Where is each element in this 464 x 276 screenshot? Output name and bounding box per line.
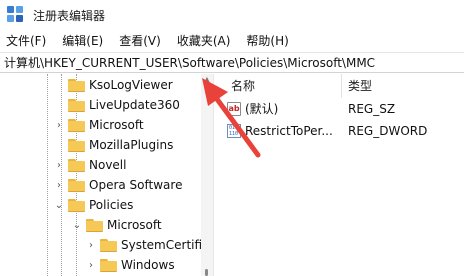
tree-item-label: Microsoft — [107, 218, 162, 232]
chevron-right-icon[interactable]: › — [54, 115, 64, 135]
menu-file[interactable]: 文件(F) — [0, 30, 52, 52]
tree-item-mozillaplugins[interactable]: MozillaPlugins — [54, 135, 173, 155]
value-type: REG_DWORD — [348, 124, 428, 138]
folder-icon — [68, 98, 85, 112]
tree-item-policies-microsoft[interactable]: ⌄ Microsoft — [72, 215, 162, 235]
tree-item-ksologviewer[interactable]: KsoLogViewer — [54, 75, 173, 95]
chevron-right-icon[interactable]: › — [86, 255, 96, 275]
folder-icon — [86, 218, 103, 232]
tree-item-label: Opera Software — [89, 178, 183, 192]
registry-editor-app-icon — [7, 6, 25, 24]
tree-item-label: Policies — [89, 198, 134, 212]
tree-item-label: SystemCertifi — [121, 238, 203, 252]
string-value-icon: ab — [227, 102, 241, 116]
column-header-type[interactable]: 类型 — [348, 74, 372, 98]
folder-icon — [68, 138, 85, 152]
menu-view[interactable]: 查看(V) — [113, 30, 167, 52]
key-tree: KsoLogViewer LiveUpdate360 › Microsoft M… — [0, 74, 213, 276]
folder-icon — [68, 178, 85, 192]
scroll-thumb[interactable] — [205, 269, 208, 276]
expander-icon[interactable] — [54, 95, 64, 115]
chevron-down-icon[interactable]: ⌄ — [54, 195, 64, 215]
tree-guide-line — [47, 74, 48, 276]
menu-edit[interactable]: 编辑(E) — [56, 30, 109, 52]
folder-icon — [100, 258, 117, 272]
tree-item-label: MozillaPlugins — [89, 138, 174, 152]
value-name: (默认) — [245, 102, 279, 116]
chevron-right-icon[interactable]: › — [86, 235, 96, 255]
tree-item-label: KsoLogViewer — [89, 78, 173, 92]
menu-favorites[interactable]: 收藏夹(A) — [171, 30, 237, 52]
column-header-name[interactable]: 名称 — [231, 74, 255, 98]
tree-item-liveupdate360[interactable]: LiveUpdate360 — [54, 95, 180, 115]
tree-item-microsoft[interactable]: › Microsoft — [54, 115, 144, 135]
chevron-down-icon[interactable]: ⌄ — [72, 215, 82, 235]
tree-scrollbar[interactable]: ▲ — [201, 74, 213, 276]
tree-item-novell[interactable]: › Novell — [54, 155, 126, 175]
tree-item-label: Windows — [121, 258, 175, 272]
expander-icon[interactable] — [54, 135, 64, 155]
tree-item-label: LiveUpdate360 — [89, 98, 180, 112]
title-bar: 注册表编辑器 — [0, 0, 464, 30]
tree-item-label: Novell — [89, 158, 127, 172]
tree-item-label: Microsoft — [89, 118, 144, 132]
value-list: 名称 类型 ab (默认) REG_SZ 011 110 RestrictToP… — [223, 74, 464, 276]
folder-icon — [68, 118, 85, 132]
menu-bar: 文件(F) 编辑(E) 查看(V) 收藏夹(A) 帮助(H) — [0, 30, 464, 52]
folder-icon — [68, 198, 85, 212]
binary-value-icon: 011 110 — [227, 124, 241, 138]
chevron-right-icon[interactable]: › — [54, 175, 64, 195]
tree-item-opera-software[interactable]: › Opera Software — [54, 175, 182, 195]
value-name: RestrictToPer... — [245, 124, 333, 138]
value-row-restricttopermittedsnapins[interactable]: 011 110 RestrictToPer... REG_DWORD — [223, 120, 464, 142]
address-bar[interactable]: 计算机\HKEY_CURRENT_USER\Software\Policies\… — [0, 52, 464, 73]
tree-item-policies[interactable]: ⌄ Policies — [54, 195, 134, 215]
folder-icon — [68, 78, 85, 92]
tree-item-windows[interactable]: › Windows — [86, 255, 175, 275]
menu-help[interactable]: 帮助(H) — [240, 30, 294, 52]
tree-item-systemcertificates[interactable]: › SystemCertifi — [86, 235, 202, 255]
column-divider[interactable] — [341, 74, 342, 98]
window-title: 注册表编辑器 — [33, 8, 106, 23]
chevron-right-icon[interactable]: › — [54, 155, 64, 175]
expander-icon[interactable] — [54, 75, 64, 95]
value-row-default[interactable]: ab (默认) REG_SZ — [223, 98, 464, 120]
value-type: REG_SZ — [348, 102, 396, 116]
pane-splitter[interactable] — [213, 74, 223, 276]
scroll-up-icon[interactable]: ▲ — [203, 76, 211, 84]
folder-icon — [100, 238, 117, 252]
folder-icon — [68, 158, 85, 172]
